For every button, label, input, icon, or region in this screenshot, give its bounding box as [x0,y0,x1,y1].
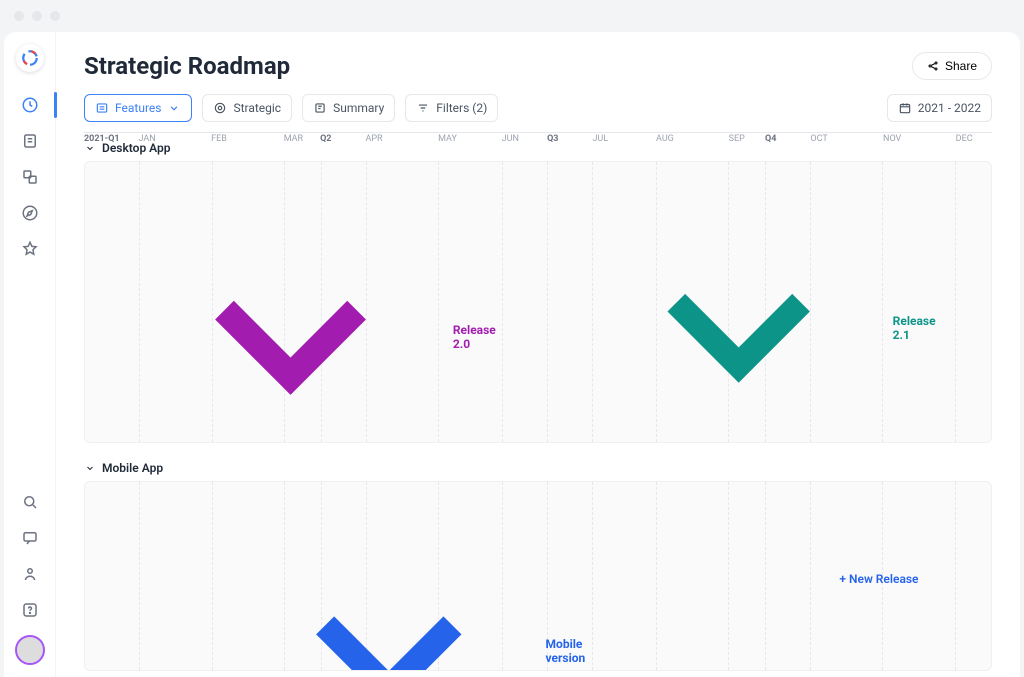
filters-button[interactable]: Filters (2) [405,94,498,122]
chevron-down-icon [84,462,96,474]
release-title: Mobile version [230,496,611,671]
calendar-icon [898,101,912,115]
timeline-tick: APR [365,134,382,144]
traffic-dot [14,11,24,21]
features-dropdown[interactable]: Features [84,94,192,122]
group-header[interactable]: Desktop App [56,133,1020,161]
nav-explore-icon[interactable] [19,202,41,224]
target-icon [213,101,227,115]
period-selector[interactable]: 2021 - 2022 [887,94,992,122]
swimlane: Release 2.0Audio ControllersRedesign mut… [84,161,992,443]
nav-search-icon[interactable] [19,491,41,513]
page-header: Strategic Roadmap Share [56,32,1020,90]
timeline-tick: DEC [956,134,973,144]
release-card[interactable]: Release 2.1Video LayoutsGrid layout [583,176,945,443]
group-header[interactable]: Mobile App [56,453,1020,481]
swimlane: Mobile versionAudio ControllersAdd audio… [84,481,992,671]
filters-label: Filters (2) [436,101,487,115]
timeline-tick: JUN [502,134,519,144]
chevron-down-icon [236,498,542,671]
traffic-dot [32,11,42,21]
timeline-tick: FEB [211,134,227,144]
timeline-tick: JAN [138,134,155,144]
nav-notes-icon[interactable] [19,130,41,152]
list-icon [95,101,109,115]
period-label: 2021 - 2022 [918,101,981,115]
release-title: Release 2.1 [583,176,945,443]
features-label: Features [115,101,161,115]
traffic-dot [50,11,60,21]
timeline-header: 2021-Q1JANFEBMARQ2APRMAYJUNQ3JULAUGSEPQ4… [84,132,992,133]
summary-view-button[interactable]: Summary [302,94,395,122]
chevron-down-icon [589,178,888,443]
timeline-tick: Q3 [547,134,558,144]
new-release-button[interactable]: + New Release [839,572,918,586]
nav-help-icon[interactable] [19,599,41,621]
timeline-tick: MAR [284,134,303,144]
release-title: Release 2.0 [126,176,507,443]
user-avatar[interactable] [15,635,45,665]
nav-roadmap-icon[interactable] [19,94,41,116]
filter-icon [416,101,430,115]
app-logo[interactable] [16,44,44,72]
strategic-view-button[interactable]: Strategic [202,94,292,122]
chevron-down-icon [132,178,449,443]
roadmap-canvas: Desktop App Release 2.0Audio ControllersR… [56,133,1020,677]
share-button[interactable]: Share [912,52,992,80]
timeline-tick: OCT [810,134,827,144]
group-name: Mobile App [102,461,163,475]
share-icon [927,60,939,72]
view-toolbar: Features Strategic Summary Filters (2) 2… [56,90,1020,132]
chevron-down-icon [167,101,181,115]
nav-star-icon[interactable] [19,238,41,260]
browser-chrome [0,0,1024,32]
summary-icon [313,101,327,115]
nav-people-icon[interactable] [19,563,41,585]
summary-label: Summary [333,101,384,115]
release-card[interactable]: Mobile versionAudio ControllersAdd audio… [230,496,611,671]
left-nav-rail [4,32,56,677]
timeline-tick: Q2 [320,134,331,144]
share-label: Share [945,59,977,73]
timeline-tick: Q4 [765,134,776,144]
timeline-tick: MAY [438,134,457,144]
nav-layers-icon[interactable] [19,166,41,188]
strategic-label: Strategic [233,101,281,115]
timeline-tick: SEP [729,134,745,144]
timeline-tick: AUG [656,134,674,144]
nav-feedback-icon[interactable] [19,527,41,549]
page-title: Strategic Roadmap [84,52,912,80]
release-card[interactable]: Release 2.0Audio ControllersRedesign mut… [126,176,507,443]
timeline-tick: NOV [883,134,901,144]
timeline-tick: JUL [592,134,608,144]
timeline-tick: 2021-Q1 [84,134,120,144]
